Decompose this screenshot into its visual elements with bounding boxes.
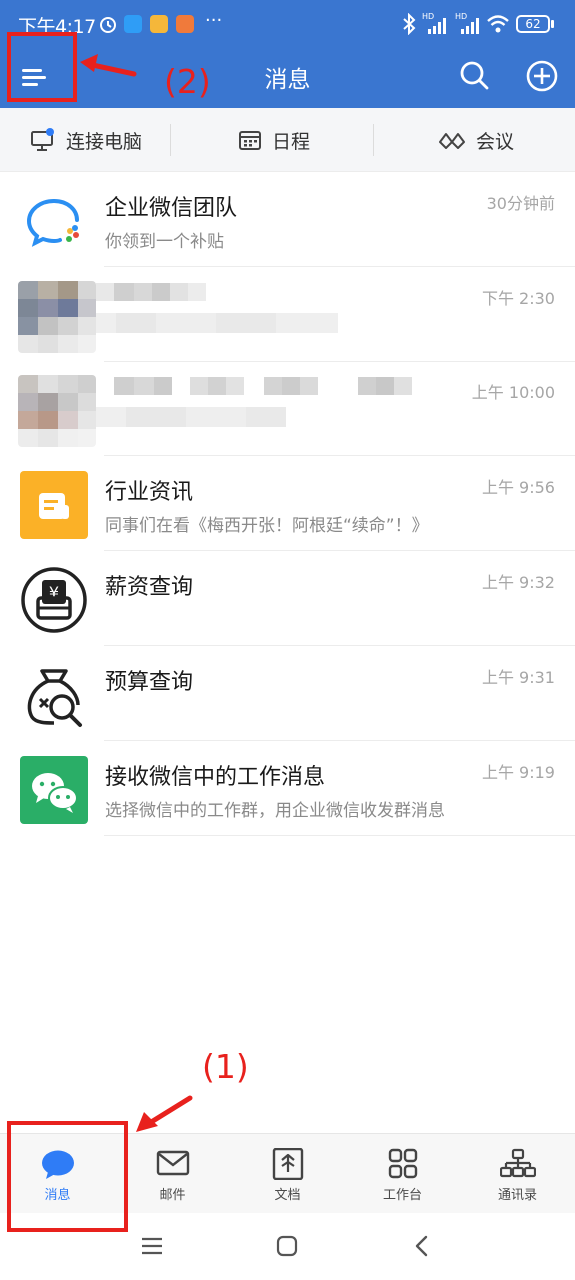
more-notifications-icon: ··· (205, 10, 223, 31)
tab-label: 文档 (274, 1188, 301, 1203)
tab-documents[interactable]: 文档 (230, 1134, 345, 1214)
home-icon[interactable] (276, 1235, 298, 1257)
conversation-blurred[interactable]: 上午 10:00 (0, 361, 575, 456)
signal-icon (461, 18, 479, 34)
conversation-name: 接收微信中的工作消息 (105, 765, 326, 790)
conversation-name: 行业资讯 (105, 480, 194, 505)
divider (170, 124, 171, 156)
search-icon (460, 61, 489, 90)
annotation-arrow-1 (136, 1095, 193, 1132)
recent-apps-icon[interactable] (140, 1235, 164, 1257)
wecom-logo-icon (20, 187, 88, 255)
annotation-box-1 (7, 1121, 128, 1232)
blurred-text (96, 283, 338, 333)
plus-circle-icon (526, 60, 558, 92)
divider (104, 835, 575, 836)
annotation-box-2 (7, 32, 77, 102)
alarm-icon (100, 17, 116, 33)
conversation-name: 企业微信团队 (105, 196, 238, 221)
conversation-time: 下午 2:30 (481, 289, 555, 308)
connect-pc-button[interactable]: 连接电脑 (30, 108, 142, 172)
tab-label: 工作台 (382, 1188, 422, 1203)
conversation-time: 上午 9:32 (481, 573, 555, 592)
wifi-icon (487, 15, 509, 33)
conversation-budget-query[interactable]: 预算查询 上午 9:31 (0, 646, 575, 741)
annotation-label-2: (2) (164, 62, 211, 101)
divider (373, 124, 374, 156)
annotation-arrow-2 (80, 54, 137, 77)
bluetooth-icon (403, 13, 416, 35)
meeting-button[interactable]: 会议 (438, 108, 514, 172)
budget-icon (20, 661, 88, 729)
annotation-label-1: (1) (202, 1047, 249, 1086)
conversation-time: 30分钟前 (486, 194, 555, 213)
conversation-name: 薪资查询 (105, 575, 194, 600)
wechat-icon (20, 756, 88, 824)
meeting-icon (439, 133, 465, 149)
tab-workbench[interactable]: 工作台 (345, 1134, 460, 1214)
status-bar: 下午4:17 ··· HD HD 62 (0, 0, 575, 48)
app-notification-icon (176, 15, 194, 33)
battery-level: 62 (525, 17, 541, 31)
conversation-industry-news[interactable]: 行业资讯 同事们在看《梅西开张！阿根廷“续命”！》 上午 9:56 (0, 456, 575, 551)
conversation-preview: 同事们在看《梅西开张！阿根廷“续命”！》 (105, 516, 429, 536)
add-button[interactable] (522, 56, 562, 96)
search-button[interactable] (455, 56, 495, 96)
conversation-blurred[interactable]: 下午 2:30 (0, 267, 575, 362)
conversation-name: 预算查询 (105, 670, 194, 695)
conversation-preview: 你领到一个补贴 (105, 232, 224, 252)
quick-action-label: 连接电脑 (66, 130, 143, 153)
schedule-button[interactable]: 日程 (238, 108, 310, 172)
news-icon (20, 471, 88, 539)
conversation-time: 上午 9:19 (481, 763, 555, 782)
quick-actions-bar: 连接电脑 日程 会议 (0, 108, 575, 172)
salary-icon: ¥ (20, 566, 88, 634)
mail-icon (156, 1150, 190, 1176)
document-icon (272, 1148, 304, 1180)
tab-label: 邮件 (159, 1188, 186, 1203)
conversation-time: 上午 9:56 (481, 478, 555, 497)
workbench-grid-icon (388, 1148, 418, 1179)
quick-action-label: 会议 (476, 130, 515, 153)
back-icon[interactable] (412, 1235, 432, 1257)
contacts-org-icon (500, 1148, 536, 1178)
conversation-preview: 选择微信中的工作群，用企业微信收发群消息 (105, 801, 445, 821)
blurred-avatar (18, 281, 96, 353)
tab-mail[interactable]: 邮件 (115, 1134, 230, 1214)
battery-icon: 62 (516, 15, 550, 33)
conversation-time: 上午 10:00 (471, 383, 555, 402)
conversation-time: 上午 9:31 (481, 668, 555, 687)
tab-contacts[interactable]: 通讯录 (460, 1134, 575, 1214)
conversation-wechat-work-messages[interactable]: 接收微信中的工作消息 选择微信中的工作群，用企业微信收发群消息 上午 9:19 (0, 741, 575, 836)
signal-icon (428, 18, 446, 34)
app-notification-icon (150, 15, 168, 33)
app-notification-icon (124, 15, 142, 33)
conversation-salary-query[interactable]: ¥ 薪资查询 上午 9:32 (0, 551, 575, 646)
tab-label: 通讯录 (497, 1188, 537, 1203)
blurred-text (96, 377, 412, 427)
battery-tip (551, 20, 554, 28)
calendar-icon (239, 131, 261, 150)
conversation-wecom-team[interactable]: 企业微信团队 你领到一个补贴 30分钟前 (0, 172, 575, 267)
quick-action-label: 日程 (272, 130, 311, 153)
monitor-icon (31, 128, 54, 151)
blurred-avatar (18, 375, 96, 447)
